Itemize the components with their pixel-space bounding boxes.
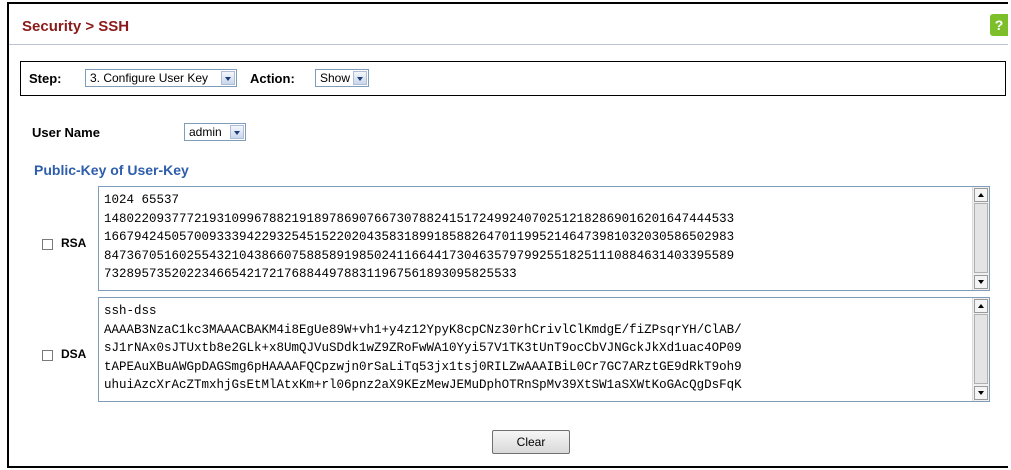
chevron-down-icon xyxy=(353,71,367,85)
dsa-label: DSA xyxy=(61,347,87,361)
step-label: Step: xyxy=(29,71,62,86)
scroll-down-icon[interactable] xyxy=(974,386,988,400)
scroll-thumb[interactable] xyxy=(974,314,988,384)
action-select[interactable]: Show xyxy=(315,69,369,87)
step-action-bar: Step: 3. Configure User Key Action: Show xyxy=(20,61,1006,96)
rsa-key-text: 1024 65537 14802209377721931099678821918… xyxy=(104,193,735,281)
rsa-key-textarea[interactable]: 1024 65537 14802209377721931099678821918… xyxy=(98,186,990,291)
scroll-down-icon[interactable] xyxy=(974,275,988,289)
chevron-down-icon xyxy=(221,71,235,85)
rsa-checkbox[interactable] xyxy=(42,239,53,250)
ssh-panel: Security > SSH ? Step: 3. Configure User… xyxy=(7,2,1008,468)
dsa-checkbox[interactable] xyxy=(42,350,53,361)
rsa-scrollbar[interactable] xyxy=(972,187,989,290)
dsa-key-textarea[interactable]: ssh-dss AAAAB3NzaC1kc3MAAACBAKM4i8EgUe89… xyxy=(98,297,990,402)
clear-button[interactable]: Clear xyxy=(492,430,570,454)
chevron-down-icon xyxy=(230,125,244,139)
help-icon[interactable]: ? xyxy=(990,14,1008,36)
breadcrumb: Security > SSH xyxy=(22,18,130,35)
scroll-up-icon[interactable] xyxy=(974,299,988,313)
action-select-value: Show xyxy=(320,71,351,85)
dsa-scrollbar[interactable] xyxy=(972,298,989,401)
rsa-label: RSA xyxy=(61,236,87,250)
user-name-value: admin xyxy=(189,125,222,139)
user-name-label: User Name xyxy=(32,125,100,140)
title-bar: Security > SSH ? xyxy=(9,4,1008,45)
user-name-select[interactable]: admin xyxy=(184,123,246,141)
action-label: Action: xyxy=(250,71,295,86)
step-select-value: 3. Configure User Key xyxy=(90,71,209,85)
dsa-key-text: ssh-dss AAAAB3NzaC1kc3MAAACBAKM4i8EgUe89… xyxy=(104,304,742,392)
step-select[interactable]: 3. Configure User Key xyxy=(85,69,237,87)
public-key-section-title: Public-Key of User-Key xyxy=(34,162,189,178)
scroll-up-icon[interactable] xyxy=(974,188,988,202)
scroll-thumb[interactable] xyxy=(974,203,988,273)
